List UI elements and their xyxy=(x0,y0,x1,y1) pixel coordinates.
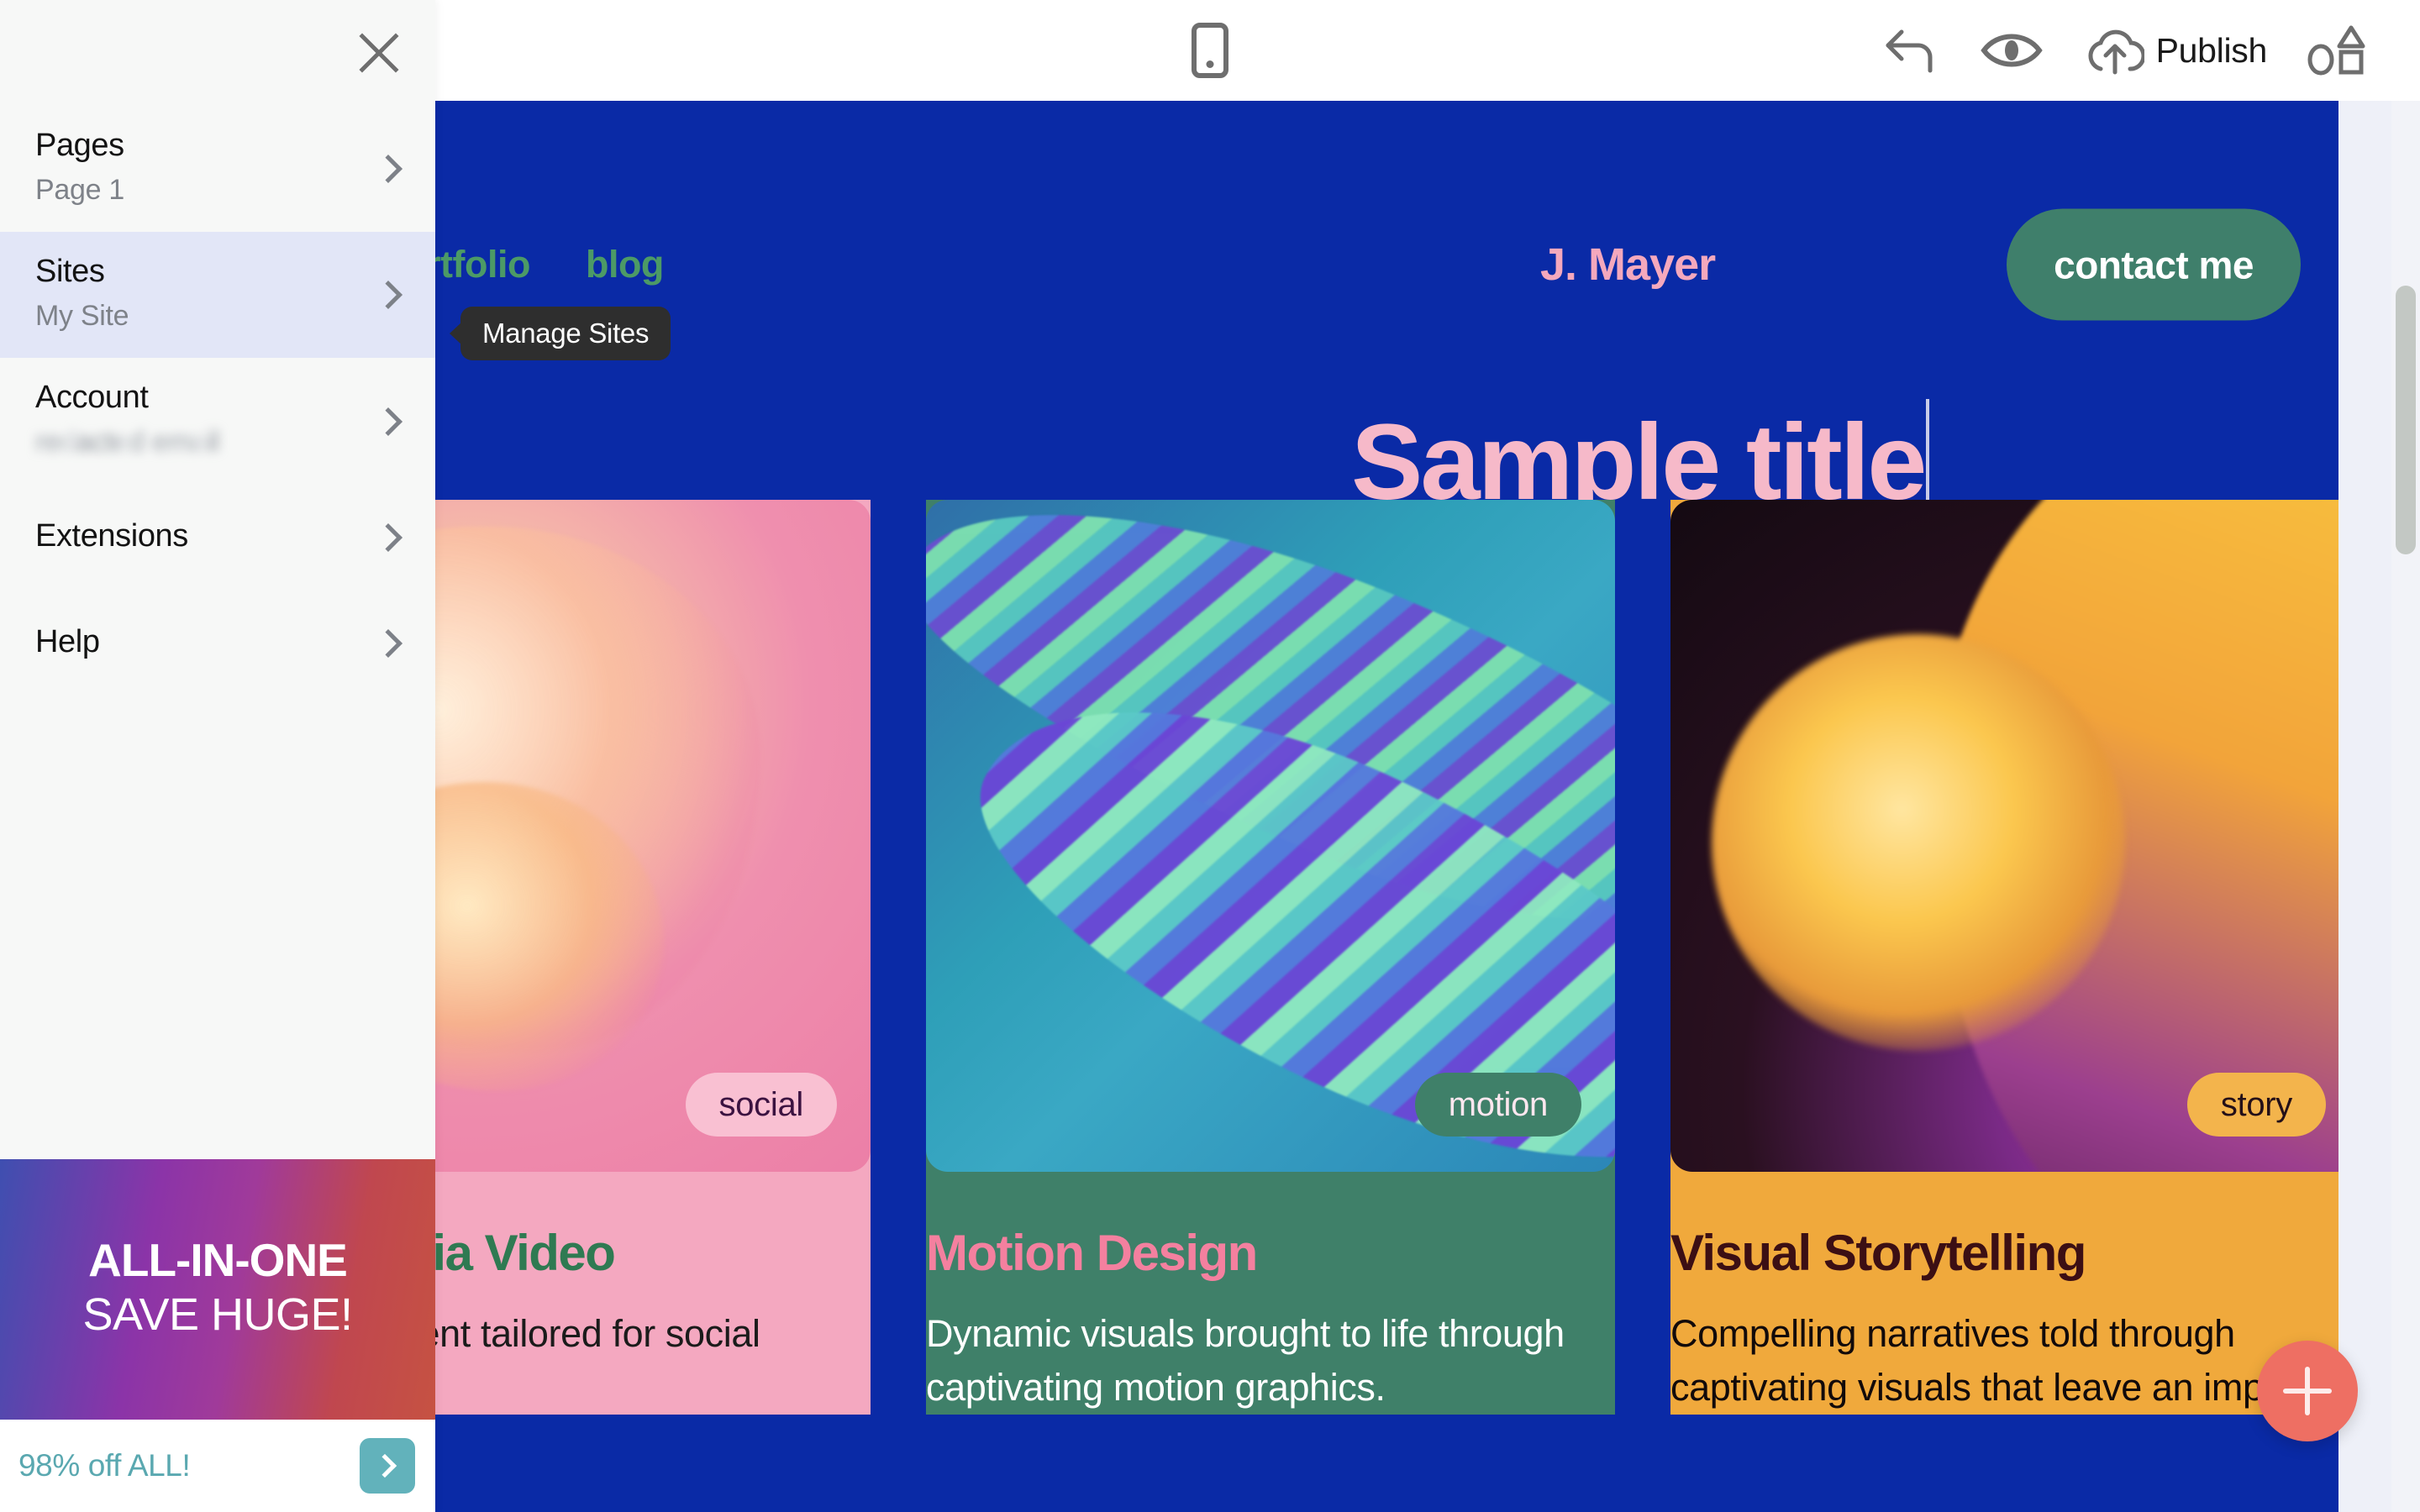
card-image-motion[interactable]: motion xyxy=(926,500,1615,1172)
nav-link-portfolio[interactable]: portfolio xyxy=(435,243,530,286)
promo-headline: ALL-IN-ONE xyxy=(88,1233,348,1286)
menu-item-title: Sites xyxy=(35,254,105,289)
menu-item-account[interactable]: Account redacted email xyxy=(0,358,435,485)
card-tag[interactable]: social xyxy=(685,1073,837,1137)
card-grid: social Social Media Video Engaging conte… xyxy=(435,500,2338,1415)
menu-item-help[interactable]: Help xyxy=(0,591,435,696)
card-body: Motion Design Dynamic visuals brought to… xyxy=(926,1172,1615,1415)
menu-item-sites[interactable]: Sites My Site xyxy=(0,232,435,358)
publish-button[interactable]: Publish xyxy=(2062,0,2289,101)
menu-item-title: Extensions xyxy=(35,517,188,554)
contact-me-button[interactable]: contact me xyxy=(2007,208,2301,321)
card-image-social[interactable]: social xyxy=(435,500,871,1172)
menu-item-title: Pages xyxy=(35,128,124,163)
card-body: Visual Storytelling Compelling narrative… xyxy=(1670,1172,2338,1415)
chevron-right-icon xyxy=(374,629,402,658)
card-body: Social Media Video Engaging content tail… xyxy=(435,1172,871,1415)
close-icon xyxy=(359,33,399,73)
promo-bar: 98% off ALL! xyxy=(0,1420,435,1512)
menu-item-extensions[interactable]: Extensions xyxy=(0,485,435,591)
navigation-panel: Pages Page 1 Sites My Site Account redac… xyxy=(0,0,435,1512)
decorative-sun-icon xyxy=(1712,634,2126,1051)
eye-icon xyxy=(1980,34,2043,67)
tooltip-manage-sites: Manage Sites xyxy=(460,307,671,360)
promo-subheadline: SAVE HUGE! xyxy=(82,1289,353,1341)
close-panel-button[interactable] xyxy=(350,24,408,82)
undo-button[interactable] xyxy=(1860,0,1961,101)
cloud-upload-icon xyxy=(2088,29,2144,75)
chevron-right-icon xyxy=(374,281,402,309)
card-title[interactable]: Motion Design xyxy=(926,1224,1615,1282)
menu-item-title: Help xyxy=(35,623,100,659)
card-description[interactable]: Engaging content tailored for social pla… xyxy=(435,1307,871,1415)
add-element-button[interactable] xyxy=(2257,1341,2358,1441)
publish-label: Publish xyxy=(2155,30,2268,70)
menu-item-subtitle: Page 1 xyxy=(35,174,124,206)
site-preview: portfolio blog J. Mayer contact me Sampl… xyxy=(435,101,2338,1512)
site-logo[interactable]: J. Mayer xyxy=(1540,239,1716,291)
site-navbar: portfolio blog J. Mayer contact me xyxy=(435,101,2338,321)
menu-item-pages[interactable]: Pages Page 1 xyxy=(0,106,435,232)
mobile-device-icon xyxy=(1192,23,1228,78)
shapes-button[interactable] xyxy=(2289,0,2390,101)
card-title[interactable]: Visual Storytelling xyxy=(1670,1224,2338,1282)
account-email-redacted: redacted email xyxy=(35,426,388,459)
panel-menu: Pages Page 1 Sites My Site Account redac… xyxy=(0,106,435,696)
vertical-scrollbar-thumb[interactable] xyxy=(2396,286,2416,554)
site-nav-links: portfolio blog xyxy=(435,243,664,286)
promo-next-button[interactable] xyxy=(360,1438,415,1494)
promotion-section: ALL-IN-ONE SAVE HUGE! 98% off ALL! xyxy=(0,1159,435,1512)
card-tag[interactable]: motion xyxy=(1414,1073,1581,1137)
promo-banner[interactable]: ALL-IN-ONE SAVE HUGE! xyxy=(0,1159,435,1420)
card-social-media-video[interactable]: social Social Media Video Engaging conte… xyxy=(435,500,871,1415)
chevron-right-icon xyxy=(374,523,402,552)
menu-item-title: Account xyxy=(35,380,149,415)
preview-button[interactable] xyxy=(1961,0,2062,101)
undo-arrow-icon xyxy=(1886,29,1933,73)
card-motion-design[interactable]: motion Motion Design Dynamic visuals bro… xyxy=(926,500,1615,1415)
card-image-story[interactable]: story xyxy=(1670,500,2338,1172)
card-tag[interactable]: story xyxy=(2186,1073,2326,1137)
device-preview-button[interactable] xyxy=(1192,0,1228,101)
promo-offer-text: 98% off ALL! xyxy=(18,1448,191,1483)
card-visual-storytelling[interactable]: story Visual Storytelling Compelling nar… xyxy=(1670,500,2338,1415)
card-description[interactable]: Dynamic visuals brought to life through … xyxy=(926,1307,1615,1415)
menu-item-subtitle: My Site xyxy=(35,300,129,332)
chevron-right-icon xyxy=(374,407,402,436)
toolbar-right-group: Publish xyxy=(1860,0,2390,101)
card-title[interactable]: Social Media Video xyxy=(435,1224,871,1282)
chevron-right-icon xyxy=(374,155,402,183)
card-description[interactable]: Compelling narratives told through capti… xyxy=(1670,1307,2338,1415)
shapes-icon xyxy=(2307,25,2365,76)
nav-link-blog[interactable]: blog xyxy=(586,243,664,286)
